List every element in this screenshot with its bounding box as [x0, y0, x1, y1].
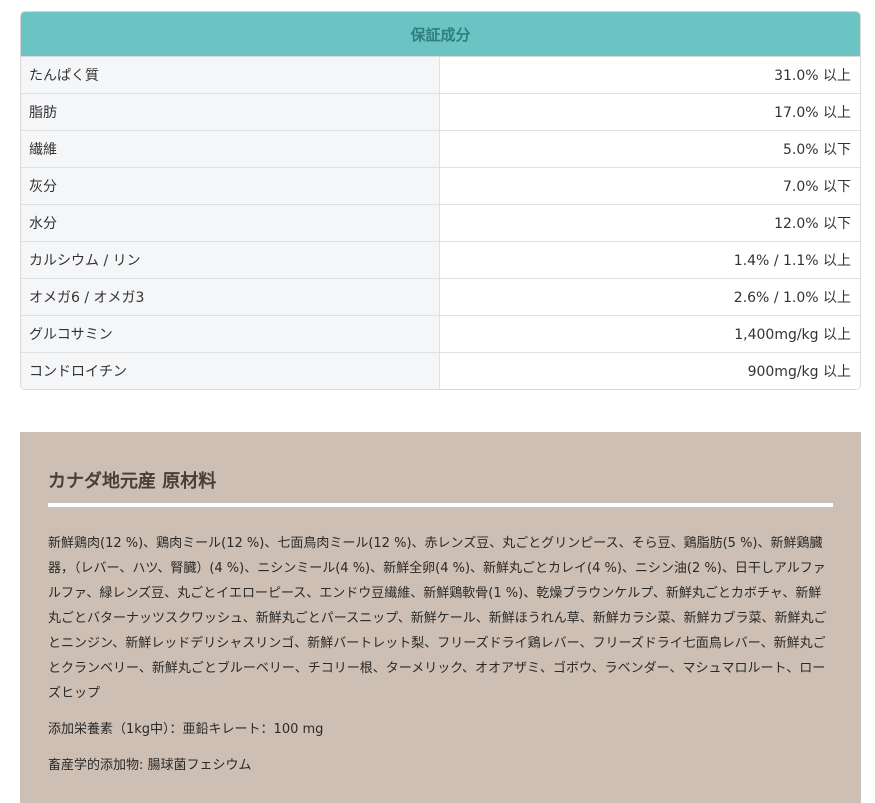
zootechnical-note: 畜産学的添加物: 腸球菌フェシウム — [48, 758, 252, 773]
nutrient-value: 2.6% / 1.0% 以上 — [440, 279, 860, 315]
nutrient-value: 31.0% 以上 — [440, 57, 860, 93]
nutrient-value: 5.0% 以下 — [440, 131, 860, 167]
nutrient-value: 900mg/kg 以上 — [440, 353, 860, 389]
table-row: たんぱく質 31.0% 以上 — [21, 57, 860, 94]
table-row: 繊維 5.0% 以下 — [21, 131, 860, 168]
nutrient-value: 12.0% 以下 — [440, 205, 860, 241]
nutrient-name: 脂肪 — [21, 94, 440, 130]
nutrient-name: たんぱく質 — [21, 57, 440, 93]
table-row: コンドロイチン 900mg/kg 以上 — [21, 353, 860, 389]
guaranteed-analysis-table: 保証成分 たんぱく質 31.0% 以上 脂肪 17.0% 以上 繊維 5.0% 以下 灰分 7… — [20, 11, 861, 390]
nutrient-value: 17.0% 以上 — [440, 94, 860, 130]
ingredients-panel: カナダ地元産 原材料 新鮮鶏肉(12 %)、鶏肉ミール(12 %)、七面鳥肉ミー… — [20, 432, 861, 803]
nutrient-name: カルシウム / リン — [21, 242, 440, 278]
nutrient-name: 水分 — [21, 205, 440, 241]
ingredients-list: 新鮮鶏肉(12 %)、鶏肉ミール(12 %)、七面鳥肉ミール(12 %)、赤レン… — [48, 536, 827, 701]
table-row: グルコサミン 1,400mg/kg 以上 — [21, 316, 860, 353]
nutrient-value: 7.0% 以下 — [440, 168, 860, 204]
table-header: 保証成分 — [21, 12, 860, 57]
nutrient-value: 1,400mg/kg 以上 — [440, 316, 860, 352]
additive-note: 添加栄養素（1kg中）：亜鉛キレート：100 mg — [48, 722, 324, 737]
table-body: たんぱく質 31.0% 以上 脂肪 17.0% 以上 繊維 5.0% 以下 灰分 7.0% 以… — [21, 57, 860, 389]
table-row: 脂肪 17.0% 以上 — [21, 94, 860, 131]
nutrient-name: コンドロイチン — [21, 353, 440, 389]
nutrient-name: グルコサミン — [21, 316, 440, 352]
nutrient-value: 1.4% / 1.1% 以上 — [440, 242, 860, 278]
nutrient-name: 灰分 — [21, 168, 440, 204]
nutrient-name: オメガ6 / オメガ3 — [21, 279, 440, 315]
table-row: 灰分 7.0% 以下 — [21, 168, 860, 205]
nutrient-name: 繊維 — [21, 131, 440, 167]
table-row: カルシウム / リン 1.4% / 1.1% 以上 — [21, 242, 860, 279]
ingredients-title: カナダ地元産 原材料 — [48, 471, 217, 492]
table-row: オメガ6 / オメガ3 2.6% / 1.0% 以上 — [21, 279, 860, 316]
title-divider — [48, 503, 833, 507]
table-row: 水分 12.0% 以下 — [21, 205, 860, 242]
